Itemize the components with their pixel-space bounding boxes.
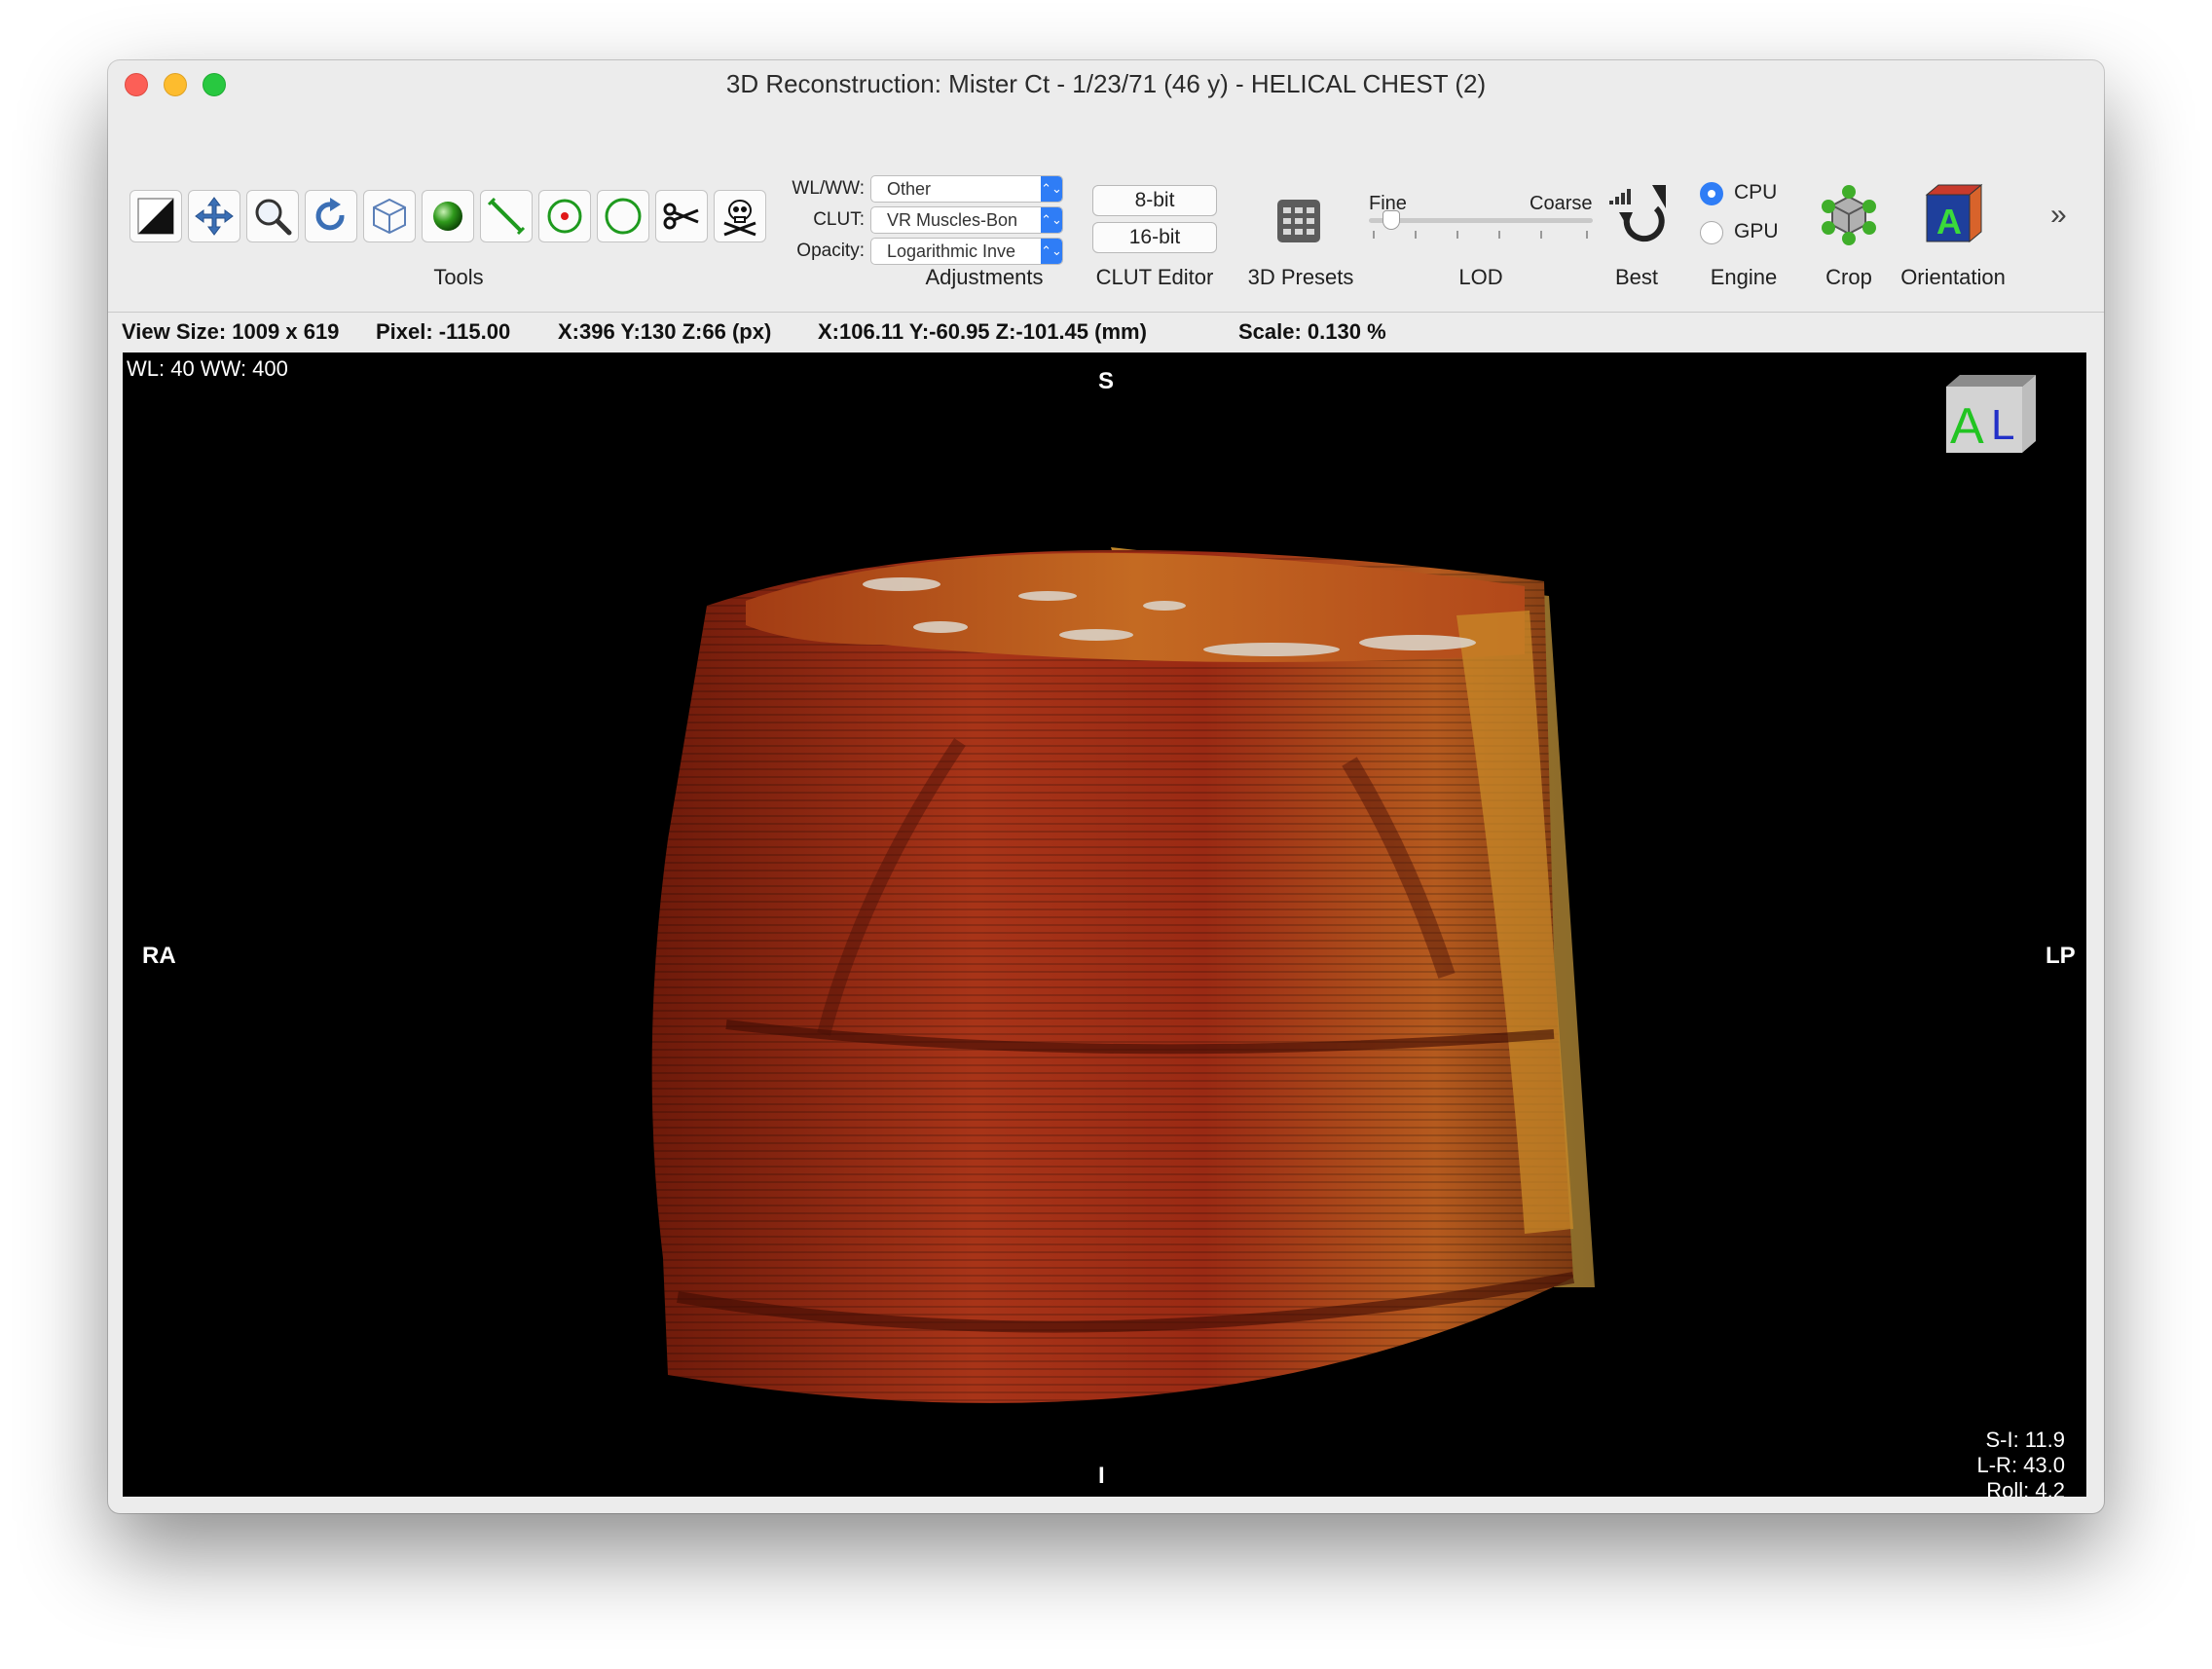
orientation-cube-icon: A L [1946, 375, 2036, 455]
opacity-popup[interactable]: Logarithmic Inve ⌃⌄ [870, 238, 1063, 265]
move-tool-icon [195, 197, 234, 236]
gpu-radio[interactable] [1700, 221, 1723, 244]
chevron-down-icon: ⌃⌄ [1041, 176, 1062, 202]
toolbar: Tools WL/WW: Other ⌃⌄ CLUT: VR Muscles-B… [108, 109, 2104, 312]
tools-group-label: Tools [433, 265, 484, 289]
16bit-button[interactable]: 16-bit [1092, 222, 1217, 253]
orientation-cube-icon: A [1925, 183, 1983, 243]
roll-readout: Roll: 4.2 [1986, 1478, 2065, 1497]
cpu-radio[interactable] [1700, 182, 1723, 205]
bone-removal-tool-button[interactable] [714, 190, 766, 242]
si-readout: S-I: 11.9 [1985, 1428, 2065, 1452]
3d-presets-group-label: 3D Presets [1247, 265, 1354, 289]
view-size: View Size: 1009 x 619 [122, 319, 340, 344]
crop-cube-icon [1822, 185, 1876, 245]
pixel-value: Pixel: -115.00 [376, 319, 511, 344]
gpu-radio-label: GPU [1734, 220, 1779, 242]
adjustments-group-label: Adjustments [925, 265, 1044, 289]
orientation-cube[interactable]: A L [1938, 367, 2046, 457]
lod-tick [1540, 231, 1542, 239]
crop-button[interactable] [1817, 183, 1881, 247]
orientation-bottom-text: I [1098, 1463, 1105, 1489]
zoom-tool-icon [255, 199, 292, 236]
lod-slider-track[interactable] [1369, 218, 1593, 223]
wlww-value: Other [887, 179, 932, 199]
volume-render [651, 547, 1595, 1403]
lod-tick [1456, 231, 1458, 239]
point-roi-tool-icon [547, 199, 582, 234]
engine-group-label: Engine [1710, 265, 1778, 289]
scale-value: Scale: 0.130 % [1238, 319, 1386, 344]
wlww-popup[interactable]: Other ⌃⌄ [870, 175, 1063, 203]
sphere-tool-button[interactable] [422, 190, 474, 242]
chevron-down-icon: ⌃⌄ [1041, 207, 1062, 233]
lod-slider-thumb[interactable] [1382, 210, 1400, 230]
oval-roi-tool-button[interactable] [597, 190, 649, 242]
orientation-group-label: Orientation [1900, 265, 2006, 289]
point-roi-tool-button[interactable] [538, 190, 591, 242]
window-title: 3D Reconstruction: Mister Ct - 1/23/71 (… [725, 69, 1487, 98]
scissors-tool-icon [663, 203, 699, 230]
best-quality-icon [1609, 185, 1666, 242]
cube-letter-a: A [1950, 398, 1984, 455]
window-level-tool-button[interactable] [129, 190, 182, 242]
cpu-radio-label: CPU [1734, 181, 1778, 204]
toolbar-overflow-button[interactable]: » [2050, 199, 2067, 232]
scissors-tool-button[interactable] [655, 190, 708, 242]
orientation-button[interactable]: A [1919, 179, 1987, 247]
cube-letter-l: L [1991, 401, 2014, 449]
3d-viewport[interactable]: WL: 40 WW: 400 S I RA LP A L S-I: 11.9 L… [123, 352, 2086, 1497]
move-tool-button[interactable] [188, 190, 240, 242]
sphere-tool-icon [433, 202, 462, 231]
reconstruction-window: 3D Reconstruction: Mister Ct - 1/23/71 (… [108, 60, 2104, 1513]
oval-roi-tool-icon [605, 198, 642, 235]
8bit-button[interactable]: 8-bit [1092, 185, 1217, 216]
svg-text:A: A [1936, 202, 1962, 241]
pixel-coordinates: X:396 Y:130 Z:66 (px) [558, 319, 772, 344]
opacity-value: Logarithmic Inve [887, 241, 1016, 261]
lod-tick [1586, 231, 1588, 239]
length-tool-button[interactable] [480, 190, 533, 242]
orientation-left-label: RA [142, 943, 176, 969]
skull-icon [723, 200, 756, 237]
crop-group-label: Crop [1825, 265, 1872, 289]
length-tool-icon [487, 197, 526, 236]
clut-label: CLUT: [813, 209, 865, 230]
best-button[interactable] [1605, 179, 1670, 243]
lod-tick [1373, 231, 1375, 239]
status-bar: View Size: 1009 x 619 Pixel: -115.00 X:3… [108, 312, 2104, 352]
viewport-wlww: WL: 40 WW: 400 [127, 356, 288, 381]
3d-presets-button[interactable] [1274, 197, 1323, 245]
orientation-top-label: S [1098, 368, 1115, 394]
lod-tick [1415, 231, 1417, 239]
lod-tick [1498, 231, 1500, 239]
lod-coarse-label: Coarse [1530, 193, 1593, 214]
mm-coordinates: X:106.11 Y:-60.95 Z:-101.45 (mm) [818, 319, 1147, 344]
title-bar: 3D Reconstruction: Mister Ct - 1/23/71 (… [108, 60, 2104, 109]
clut-popup[interactable]: VR Muscles-Bon ⌃⌄ [870, 206, 1063, 234]
best-group-label: Best [1614, 265, 1659, 289]
lr-readout: L-R: 43.0 [1976, 1453, 2066, 1477]
lod-group-label: LOD [1458, 265, 1503, 289]
clut-editor-group-label: CLUT Editor [1095, 265, 1214, 289]
window-level-tool-icon [137, 198, 174, 235]
3d-rotate-tool-button[interactable] [363, 190, 416, 242]
chevron-down-icon: ⌃⌄ [1041, 239, 1062, 264]
grid-icon [1277, 200, 1320, 242]
rotate-tool-icon [315, 198, 345, 231]
rotate-tool-button[interactable] [305, 190, 357, 242]
3d-rotate-tool-icon [373, 198, 406, 235]
opacity-label: Opacity: [796, 241, 865, 261]
orientation-right-label: LP [2046, 943, 2076, 969]
zoom-tool-button[interactable] [246, 190, 299, 242]
clut-value: VR Muscles-Bon [887, 210, 1018, 230]
wlww-label: WL/WW: [792, 178, 865, 199]
